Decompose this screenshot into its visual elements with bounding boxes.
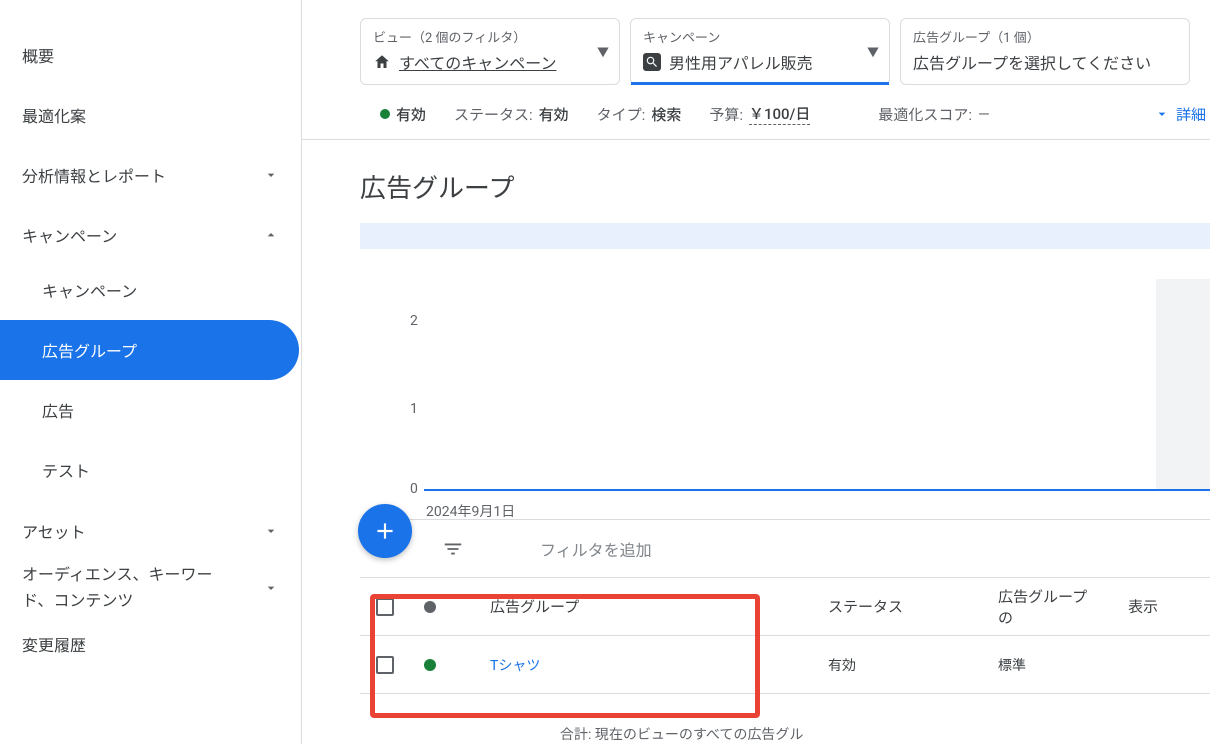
breadcrumb-campaign[interactable]: キャンペーン 男性用アパレル販売 ▼ xyxy=(630,18,890,85)
chevron-up-icon xyxy=(263,227,279,243)
sidebar: 概要 最適化案 分析情報とレポート キャンペーン キャンペーン 広告グループ 広… xyxy=(0,0,302,744)
sidebar-item-insights[interactable]: 分析情報とレポート xyxy=(0,150,301,200)
chart-line xyxy=(424,489,1210,491)
col-adgroup-name[interactable]: 広告グループ xyxy=(450,596,814,617)
sidebar-subitem-tests[interactable]: テスト xyxy=(0,440,299,500)
col-type[interactable]: 広告グループの xyxy=(984,586,1114,628)
row-status: 有効 xyxy=(814,655,984,675)
status-dot-icon xyxy=(380,109,390,119)
add-adgroup-button[interactable] xyxy=(358,504,412,558)
status-column-icon[interactable] xyxy=(410,601,450,613)
adgroup-table: 広告グループ ステータス 広告グループの 表示 Tシャツ 有効 標準 xyxy=(360,577,1210,694)
status-enabled: 有効 xyxy=(380,104,426,125)
select-all-checkbox[interactable] xyxy=(360,598,410,616)
performance-chart[interactable]: 2 1 0 2024年9月1日 xyxy=(360,249,1210,519)
table-footer-text: 合計: 現在のビューのすべての広告グル xyxy=(560,724,803,744)
sidebar-subitem-campaigns[interactable]: キャンペーン xyxy=(0,260,299,320)
row-status-dot[interactable] xyxy=(410,659,450,671)
details-link[interactable]: 詳細 xyxy=(1154,104,1206,125)
home-icon xyxy=(373,53,391,71)
breadcrumb: ビュー（2 個のフィルタ） すべてのキャンペーン ▼ キャンペーン 男性用アパレ… xyxy=(302,0,1210,85)
budget-pair[interactable]: 予算: ￥100/日 xyxy=(709,103,810,125)
table-header-row: 広告グループ ステータス 広告グループの 表示 xyxy=(360,578,1210,636)
dropdown-arrow-icon: ▼ xyxy=(597,43,609,60)
sidebar-item-campaigns[interactable]: キャンペーン xyxy=(0,210,301,260)
chevron-down-icon xyxy=(1154,106,1170,122)
search-icon xyxy=(643,53,661,71)
optimization-score: 最適化スコア: — xyxy=(878,104,989,125)
col-status[interactable]: ステータス xyxy=(814,596,984,617)
status-dot-icon xyxy=(424,659,436,671)
col-impressions[interactable]: 表示 xyxy=(1114,596,1210,617)
row-checkbox[interactable] xyxy=(360,656,410,674)
table-row[interactable]: Tシャツ 有効 標準 xyxy=(360,636,1210,694)
filter-icon xyxy=(442,538,464,560)
chevron-down-icon xyxy=(263,167,279,183)
chevron-down-icon xyxy=(263,523,279,539)
sidebar-item-change-history[interactable]: 変更履歴 xyxy=(0,619,301,669)
filter-bar[interactable]: フィルタを追加 xyxy=(360,519,1210,577)
sidebar-item-audience[interactable]: オーディエンス、キーワード、コンテンツ xyxy=(0,556,301,619)
row-name-link[interactable]: Tシャツ xyxy=(450,655,814,675)
chevron-down-icon xyxy=(263,580,279,596)
plus-icon xyxy=(372,518,398,544)
breadcrumb-adgroup[interactable]: 広告グループ（1 個） 広告グループを選択してください xyxy=(900,18,1190,85)
sidebar-subitem-adgroups[interactable]: 広告グループ xyxy=(0,320,299,380)
breadcrumb-view[interactable]: ビュー（2 個のフィルタ） すべてのキャンペーン ▼ xyxy=(360,18,620,85)
info-bar[interactable] xyxy=(360,223,1210,249)
sidebar-item-assets[interactable]: アセット xyxy=(0,506,301,556)
filter-placeholder: フィルタを追加 xyxy=(540,537,652,561)
campaign-status-row: 有効 ステータス: 有効 タイプ: 検索 予算: ￥100/日 最適化スコア: … xyxy=(302,85,1210,140)
dot-icon xyxy=(424,601,436,613)
dropdown-arrow-icon: ▼ xyxy=(867,43,879,60)
row-type: 標準 xyxy=(984,655,1114,675)
status-pair: ステータス: 有効 xyxy=(454,104,569,125)
page-title: 広告グループ xyxy=(302,140,1210,223)
main-content: ビュー（2 個のフィルタ） すべてのキャンペーン ▼ キャンペーン 男性用アパレ… xyxy=(302,0,1210,744)
type-pair: タイプ: 検索 xyxy=(597,104,682,125)
sidebar-item-recommendations[interactable]: 最適化案 xyxy=(0,90,301,140)
sidebar-item-overview[interactable]: 概要 xyxy=(0,30,301,80)
sidebar-subitem-ads[interactable]: 広告 xyxy=(0,380,299,440)
